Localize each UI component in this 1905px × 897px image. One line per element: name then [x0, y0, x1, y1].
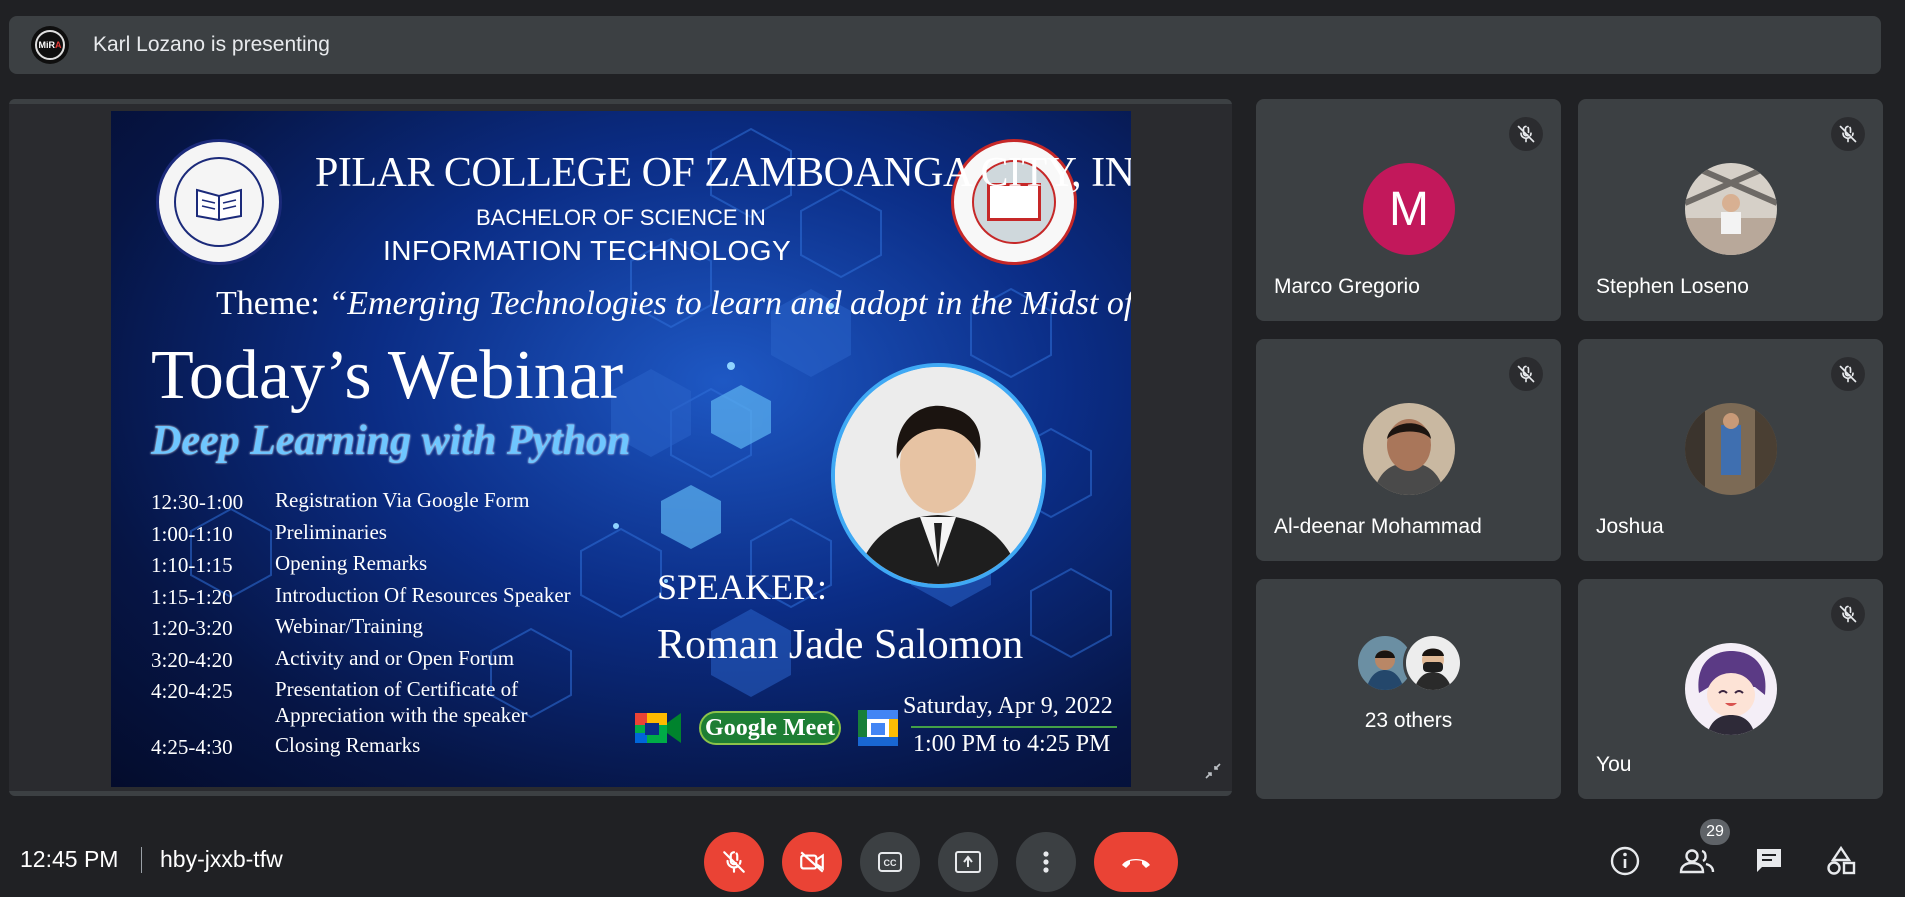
avatar	[1685, 403, 1777, 495]
presenting-banner: MiRA Karl Lozano is presenting	[9, 16, 1881, 74]
more-options-button[interactable]	[1016, 832, 1076, 892]
webinar-schedule: 12:30-1:00 Registration Via Google Form 1…	[151, 487, 605, 764]
slide-date: Saturday, Apr 9, 2022	[903, 693, 1113, 719]
schedule-row: 12:30-1:00 Registration Via Google Form	[151, 488, 530, 514]
captions-icon: CC	[878, 852, 902, 872]
presenting-text: Karl Lozano is presenting	[93, 33, 330, 56]
schedule-row: 1:15-1:20 Introduction Of Resources Speak…	[151, 582, 571, 609]
participant-tile[interactable]: Stephen Loseno	[1578, 99, 1883, 321]
participant-name: Joshua	[1596, 515, 1664, 538]
divider	[141, 847, 142, 873]
avatar	[1685, 163, 1777, 255]
meeting-clock: 12:45 PM	[20, 846, 119, 872]
date-divider	[911, 726, 1117, 728]
avatar	[1685, 643, 1777, 735]
mic-off-icon	[1509, 117, 1543, 151]
slide-speaker-label: SPEAKER:	[657, 567, 828, 607]
slide-theme: Theme: “Emerging Technologies to learn a…	[216, 285, 1131, 322]
mic-off-icon	[723, 851, 745, 873]
participant-name: Al-deenar Mohammad	[1274, 515, 1482, 538]
svg-text:CC: CC	[884, 858, 897, 868]
participant-tile[interactable]: Al-deenar Mohammad	[1256, 339, 1561, 561]
participant-name: You	[1596, 753, 1632, 776]
schedule-row: 1:10-1:15 Opening Remarks	[151, 551, 428, 577]
mic-off-icon	[1831, 597, 1865, 631]
mic-off-icon	[1509, 357, 1543, 391]
captions-button[interactable]: CC	[860, 832, 920, 892]
video-off-icon	[800, 851, 824, 873]
show-everyone-button[interactable]	[1678, 842, 1716, 880]
slide-speaker-name: Roman Jade Salomon	[657, 622, 1024, 668]
microphone-toggle-button[interactable]	[704, 832, 764, 892]
college-seal-logo	[156, 139, 282, 265]
participant-name: Marco Gregorio	[1274, 275, 1420, 298]
meeting-code: hby-jxxb-tfw	[160, 846, 283, 872]
schedule-row: 1:20-3:20 Webinar/Training	[151, 614, 424, 640]
activities-button[interactable]	[1822, 842, 1860, 880]
google-meet-label: Google Meet	[699, 711, 841, 745]
slide-degree-line2: INFORMATION TECHNOLOGY	[383, 235, 792, 266]
meeting-details-button[interactable]	[1606, 842, 1644, 880]
more-vert-icon	[1043, 851, 1049, 873]
shared-slide: PILAR COLLEGE OF ZAMBOANGA CITY, INC. BA…	[111, 111, 1131, 787]
slide-subheading: Deep Learning with Python	[151, 418, 631, 464]
presenter-avatar: MiRA	[31, 26, 69, 64]
slide-time: 1:00 PM to 4:25 PM	[913, 731, 1111, 757]
slide-degree-line1: BACHELOR OF SCIENCE IN	[476, 205, 766, 230]
present-now-button[interactable]	[938, 832, 998, 892]
avatar	[1363, 403, 1455, 495]
avatar	[1402, 633, 1463, 693]
speaker-photo	[831, 363, 1046, 588]
others-avatars	[1256, 633, 1561, 693]
slide-heading: Today’s Webinar	[151, 337, 624, 414]
participant-count-badge: 29	[1700, 819, 1730, 845]
others-tile[interactable]: 23 others	[1256, 579, 1561, 799]
schedule-row: 4:25-4:30 Closing Remarks	[151, 733, 421, 759]
call-end-icon	[1122, 859, 1150, 868]
avatar: M	[1363, 163, 1455, 255]
schedule-row: 1:00-1:10 Preliminaries	[151, 519, 387, 546]
participant-tile[interactable]: M Marco Gregorio	[1256, 99, 1561, 321]
participant-name: Stephen Loseno	[1596, 275, 1749, 298]
camera-toggle-button[interactable]	[782, 832, 842, 892]
mic-off-icon	[1831, 117, 1865, 151]
slide-college-name: PILAR COLLEGE OF ZAMBOANGA CITY, INC.	[315, 150, 1131, 196]
google-calendar-icon	[858, 710, 898, 746]
leave-call-button[interactable]	[1094, 832, 1178, 892]
others-count-label: 23 others	[1364, 709, 1453, 732]
participant-tile[interactable]: Joshua	[1578, 339, 1883, 561]
chat-button[interactable]	[1750, 842, 1788, 880]
info-icon	[1610, 846, 1640, 876]
chat-icon	[1757, 849, 1781, 872]
collapse-icon[interactable]	[1204, 762, 1222, 780]
mic-off-icon	[1831, 357, 1865, 391]
self-tile[interactable]: You	[1578, 579, 1883, 799]
control-bar: 12:45 PM hby-jxxb-tfw CC	[0, 820, 1905, 897]
schedule-row: 3:20-4:20 Activity and or Open Forum	[151, 645, 515, 672]
activities-icon	[1827, 845, 1856, 875]
presentation-stage: PILAR COLLEGE OF ZAMBOANGA CITY, INC. BA…	[9, 99, 1232, 796]
google-meet-icon	[635, 713, 681, 743]
present-icon	[955, 851, 981, 873]
people-icon	[1679, 849, 1715, 874]
schedule-row: 4:20-4:25 Presentation of Certificate of …	[151, 677, 528, 727]
